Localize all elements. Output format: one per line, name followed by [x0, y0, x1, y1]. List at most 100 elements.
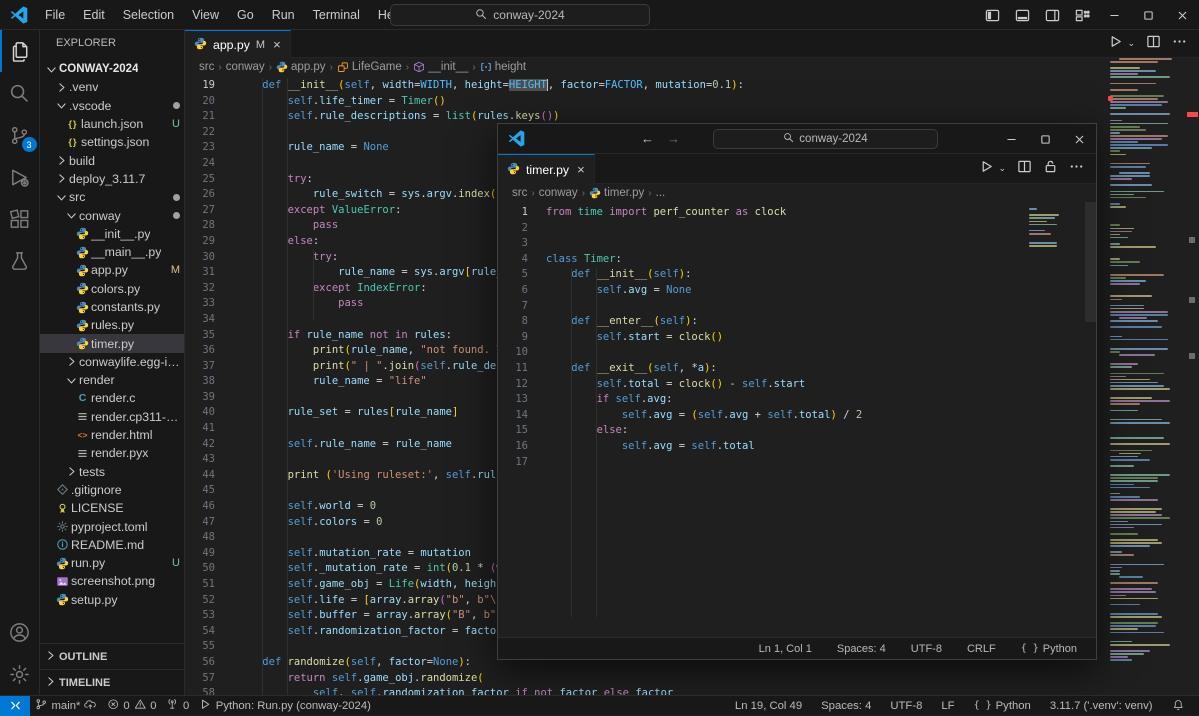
- activity-accounts-icon[interactable]: [0, 611, 40, 653]
- code-line-3[interactable]: 3: [498, 236, 1027, 252]
- menu-go[interactable]: Go: [228, 8, 263, 22]
- tree-item-conway[interactable]: conway: [40, 206, 184, 224]
- run-python-file-icon[interactable]: [979, 159, 994, 179]
- tree-item-conway-2024[interactable]: CONWAY-2024: [40, 60, 184, 78]
- breadcrumb-item-app-py[interactable]: app.py: [276, 61, 326, 73]
- line-number[interactable]: 27: [185, 203, 215, 219]
- maximize-button[interactable]: [1028, 124, 1062, 154]
- code-line-57[interactable]: 57 return self.game_obj.randomize(: [185, 671, 1108, 687]
- tree-item--main-py[interactable]: __main__.py: [40, 243, 184, 261]
- customize-layout-icon[interactable]: [1067, 0, 1097, 30]
- line-number[interactable]: 4: [498, 252, 528, 268]
- status-notifications[interactable]: [1167, 699, 1190, 712]
- line-number[interactable]: 28: [185, 218, 215, 234]
- line-number[interactable]: 34: [185, 312, 215, 328]
- code-line-14[interactable]: 14 self.avg = (self.avg + self.total) / …: [498, 408, 1027, 424]
- tree-item--gitignore[interactable]: .gitignore: [40, 481, 184, 499]
- run-python-file-icon[interactable]: [1108, 34, 1123, 54]
- code-line-16[interactable]: 16 self.avg = self.total: [498, 439, 1027, 455]
- activity-source-control-icon[interactable]: 3: [0, 114, 40, 156]
- tree-item-license[interactable]: LICENSE: [40, 499, 184, 517]
- tree-item-launch-json[interactable]: { }launch.jsonU: [40, 115, 184, 133]
- code-editor[interactable]: 1from time import perf_counter as clock2…: [498, 202, 1027, 637]
- toggle-panel-icon[interactable]: [1007, 0, 1037, 30]
- line-number[interactable]: 39: [185, 390, 215, 406]
- editor-more-actions-icon[interactable]: [1172, 34, 1187, 54]
- toggle-sidebar-icon[interactable]: [977, 0, 1007, 30]
- line-number[interactable]: 3: [498, 236, 528, 252]
- line-number[interactable]: 49: [185, 546, 215, 562]
- line-number[interactable]: 31: [185, 265, 215, 281]
- status-encoding[interactable]: UTF-8: [906, 643, 947, 655]
- activity-explorer-icon[interactable]: [0, 30, 40, 72]
- line-number[interactable]: 40: [185, 405, 215, 421]
- split-editor-icon[interactable]: [1146, 34, 1161, 54]
- line-number[interactable]: 5: [498, 267, 528, 283]
- code-line-19[interactable]: 19 def __init__(self, width=WIDTH, heigh…: [185, 78, 1108, 94]
- line-number[interactable]: 10: [498, 345, 528, 361]
- tree-item-render-html[interactable]: <>render.html: [40, 426, 184, 444]
- code-line-4[interactable]: 4class Timer:: [498, 252, 1027, 268]
- activity-testing-icon[interactable]: [0, 240, 40, 282]
- command-center-search[interactable]: conway-2024: [390, 4, 650, 26]
- line-number[interactable]: 2: [498, 221, 528, 237]
- code-line-10[interactable]: 10: [498, 345, 1027, 361]
- run-dropdown-icon[interactable]: ⌄: [998, 163, 1006, 174]
- line-number[interactable]: 29: [185, 234, 215, 250]
- line-number[interactable]: 22: [185, 125, 215, 141]
- tree-item--venv[interactable]: .venv: [40, 78, 184, 96]
- line-number[interactable]: 32: [185, 281, 215, 297]
- menu-file[interactable]: File: [36, 8, 74, 22]
- line-number[interactable]: 8: [498, 314, 528, 330]
- line-number[interactable]: 53: [185, 608, 215, 624]
- line-number[interactable]: 6: [498, 283, 528, 299]
- ports-item[interactable]: 0: [161, 698, 194, 714]
- line-number[interactable]: 30: [185, 250, 215, 266]
- line-number[interactable]: 51: [185, 577, 215, 593]
- menu-view[interactable]: View: [183, 8, 228, 22]
- breadcrumb-item-lifegame[interactable]: LifeGame: [337, 61, 402, 73]
- git-branch-item[interactable]: main*: [30, 698, 102, 714]
- line-number[interactable]: 42: [185, 437, 215, 453]
- tree-item-run-py[interactable]: run.pyU: [40, 554, 184, 572]
- line-number[interactable]: 44: [185, 468, 215, 484]
- line-number[interactable]: 52: [185, 593, 215, 609]
- activity-settings-icon[interactable]: [0, 653, 40, 695]
- menu-selection[interactable]: Selection: [114, 8, 183, 22]
- back-arrow-icon[interactable]: ←: [641, 131, 654, 146]
- split-editor-icon[interactable]: [1017, 159, 1032, 179]
- tree-item-tests[interactable]: tests: [40, 463, 184, 481]
- run-config-item[interactable]: Python: Run.py (conway-2024): [194, 698, 376, 714]
- tree-item-render-c[interactable]: Crender.c: [40, 389, 184, 407]
- tree-item-deploy-3-11-7[interactable]: deploy_3.11.7: [40, 170, 184, 188]
- line-number[interactable]: 13: [498, 392, 528, 408]
- tree-item-build[interactable]: build: [40, 151, 184, 169]
- status-eol[interactable]: CRLF: [962, 643, 1001, 655]
- activity-run-debug-icon[interactable]: [0, 156, 40, 198]
- line-number[interactable]: 50: [185, 561, 215, 577]
- tab-app-py[interactable]: app.py M ×: [185, 30, 291, 58]
- code-line-5[interactable]: 5 def __init__(self):: [498, 267, 1027, 283]
- run-dropdown-icon[interactable]: ⌄: [1127, 38, 1135, 49]
- tree-item-conwaylife-egg-info[interactable]: conwaylife.egg-info: [40, 353, 184, 371]
- line-number[interactable]: 21: [185, 109, 215, 125]
- editor-scrollbar[interactable]: [1085, 202, 1096, 322]
- close-button[interactable]: [1165, 0, 1199, 30]
- line-number[interactable]: 11: [498, 361, 528, 377]
- tree-item-settings-json[interactable]: { }settings.json: [40, 133, 184, 151]
- line-number[interactable]: 23: [185, 140, 215, 156]
- code-line-9[interactable]: 9 self.start = clock(): [498, 330, 1027, 346]
- close-button[interactable]: [1062, 124, 1096, 154]
- line-number[interactable]: 46: [185, 499, 215, 515]
- line-number[interactable]: 19: [185, 78, 215, 94]
- line-number[interactable]: 16: [498, 439, 528, 455]
- tree-item-screenshot-png[interactable]: screenshot.png: [40, 572, 184, 590]
- line-number[interactable]: 41: [185, 421, 215, 437]
- code-line-7[interactable]: 7: [498, 299, 1027, 315]
- problems-item[interactable]: 0 0: [102, 698, 162, 714]
- timeline-section[interactable]: TIMELINE: [40, 669, 184, 695]
- tree-item--vscode[interactable]: .vscode: [40, 97, 184, 115]
- line-number[interactable]: 56: [185, 655, 215, 671]
- minimap[interactable]: [1108, 58, 1186, 695]
- code-line-20[interactable]: 20 self.life_timer = Timer(): [185, 94, 1108, 110]
